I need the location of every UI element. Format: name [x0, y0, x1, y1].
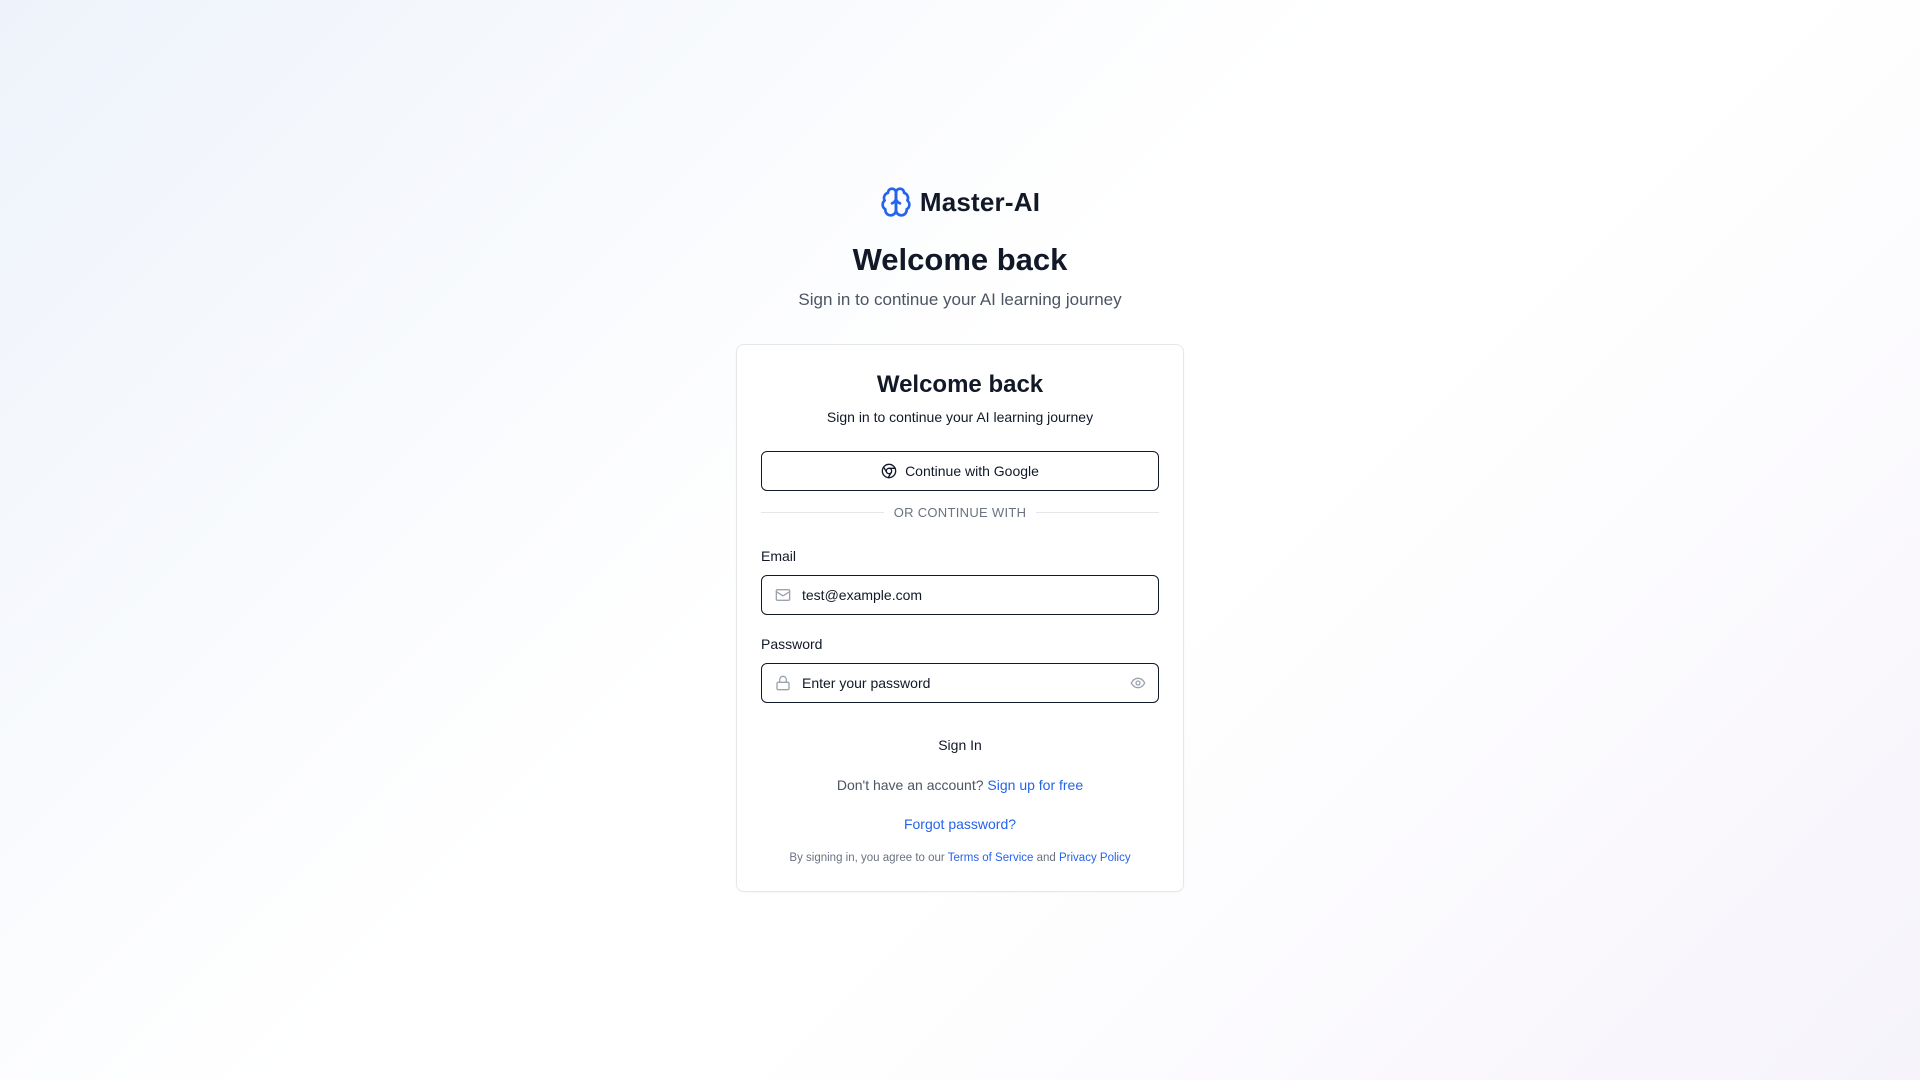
- eye-icon[interactable]: [1118, 664, 1158, 702]
- lock-icon: [762, 664, 802, 702]
- divider-line: [1036, 512, 1159, 513]
- or-divider: OR CONTINUE WITH: [761, 505, 1159, 520]
- chrome-icon: [881, 463, 897, 479]
- login-card: Welcome back Sign in to continue your AI…: [736, 344, 1184, 892]
- brain-icon: [880, 186, 912, 218]
- card-title: Welcome back: [876, 371, 1044, 398]
- terms-of-service-link[interactable]: Terms of Service: [948, 852, 1034, 864]
- privacy-policy-link[interactable]: Privacy Policy: [1059, 852, 1131, 864]
- legal-prefix: By signing in, you agree to our: [789, 852, 945, 864]
- page-subtitle: Sign in to continue your AI learning jou…: [798, 290, 1122, 309]
- password-input[interactable]: [802, 665, 1118, 701]
- google-button-label: Continue with Google: [905, 463, 1039, 479]
- forgot-row: Forgot password?: [737, 816, 1183, 832]
- login-page: Master-AI Welcome back Sign in to contin…: [0, 0, 1920, 1080]
- divider-text: OR CONTINUE WITH: [893, 505, 1027, 520]
- divider-line: [761, 512, 884, 513]
- sign-up-link[interactable]: Sign up for free: [987, 777, 1083, 793]
- mail-icon: [762, 576, 802, 614]
- sign-in-button[interactable]: Sign In: [761, 725, 1159, 765]
- password-label: Password: [761, 636, 823, 652]
- page-title: Welcome back: [852, 242, 1068, 277]
- email-input[interactable]: [802, 577, 1158, 613]
- brand-name: Master-AI: [919, 186, 1041, 217]
- email-label: Email: [761, 548, 797, 564]
- brand-header: Master-AI: [0, 186, 1920, 218]
- signup-prompt: Don't have an account?: [836, 777, 984, 793]
- legal-conjunction: and: [1036, 852, 1056, 864]
- password-field[interactable]: [761, 663, 1159, 703]
- forgot-password-link[interactable]: Forgot password?: [904, 816, 1016, 832]
- signup-row: Don't have an account? Sign up for free: [737, 777, 1183, 793]
- card-subtitle: Sign in to continue your AI learning jou…: [826, 409, 1094, 425]
- email-field[interactable]: [761, 575, 1159, 615]
- legal-notice: By signing in, you agree to our Terms of…: [737, 852, 1183, 864]
- continue-with-google-button[interactable]: Continue with Google: [761, 451, 1159, 491]
